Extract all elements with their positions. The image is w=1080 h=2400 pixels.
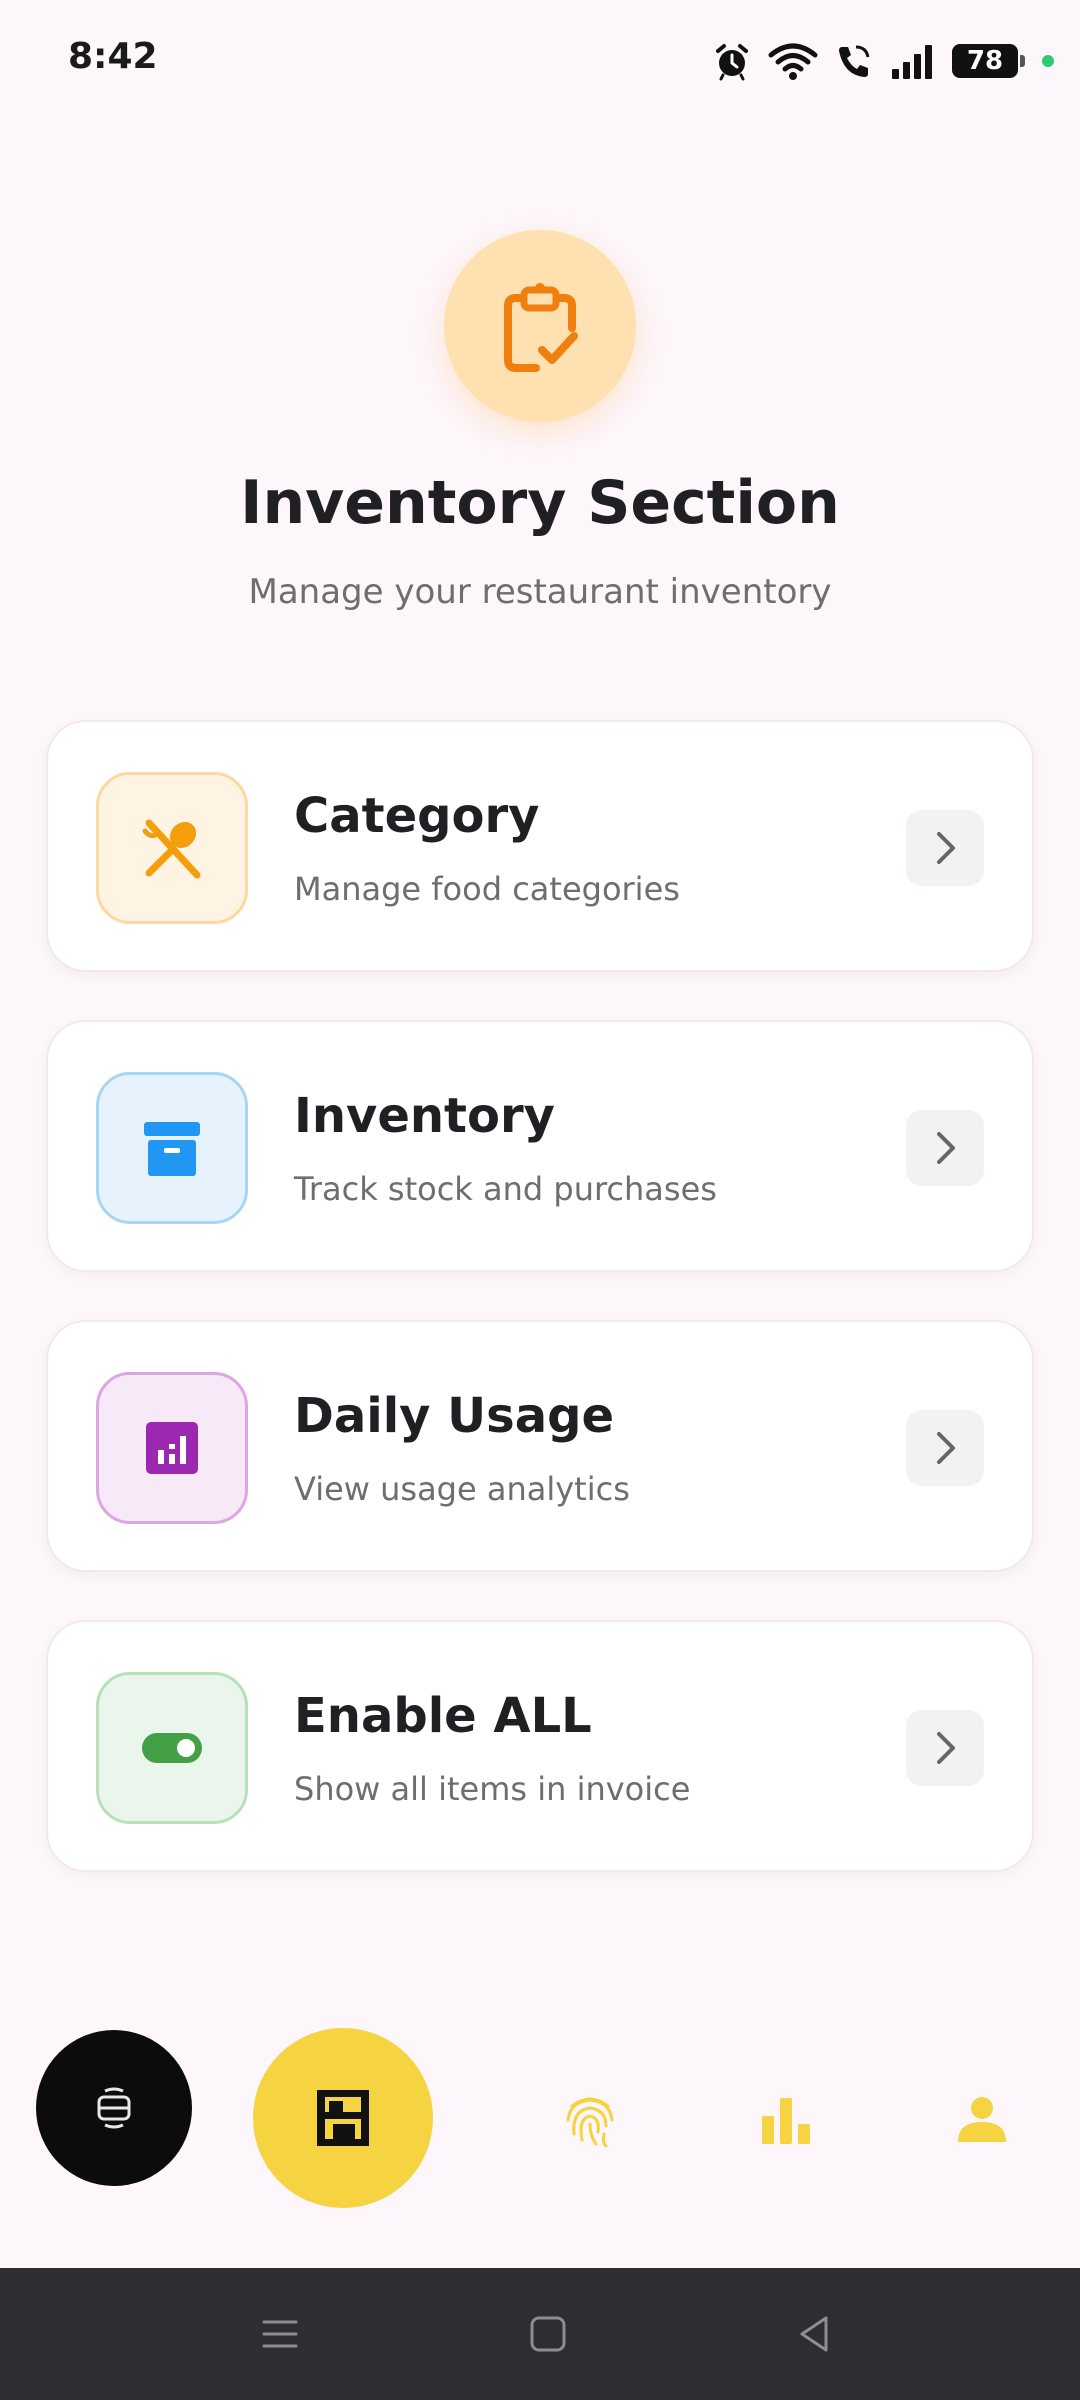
category-title: Category <box>294 788 540 844</box>
chevron-right-icon[interactable] <box>906 1710 984 1786</box>
bar-chart-icon[interactable] <box>746 2080 826 2160</box>
battery-level: 78 <box>966 46 1004 76</box>
wifi-icon <box>768 43 818 80</box>
archive-box-icon <box>96 1072 248 1224</box>
bottom-nav <box>0 2010 1080 2230</box>
signal-icon <box>892 45 932 79</box>
status-icons: 78 <box>712 38 1054 84</box>
enable-all-description: Show all items in invoice <box>294 1770 691 1808</box>
home-icon[interactable] <box>518 2304 578 2364</box>
menu-icon[interactable] <box>250 2304 310 2364</box>
page-title: Inventory Section <box>240 468 840 538</box>
chevron-right-icon[interactable] <box>906 1410 984 1486</box>
privacy-indicator-dot <box>1042 55 1054 67</box>
alarm-icon <box>716 44 748 81</box>
chevron-right-icon[interactable] <box>906 1110 984 1186</box>
fork-spoon-icon <box>96 772 248 924</box>
category-description: Manage food categories <box>294 870 680 908</box>
enable-all-title: Enable ALL <box>294 1688 592 1744</box>
fingerprint-icon[interactable] <box>550 2080 630 2160</box>
status-time: 8:42 <box>68 36 158 77</box>
inventory-description: Track stock and purchases <box>294 1170 717 1208</box>
analytics-icon <box>96 1372 248 1524</box>
chevron-right-icon[interactable] <box>906 810 984 886</box>
system-nav-bar <box>0 2268 1080 2400</box>
daily-usage-card[interactable]: Daily Usage View usage analytics <box>46 1320 1034 1572</box>
daily-usage-title: Daily Usage <box>294 1388 614 1444</box>
shelves-icon[interactable] <box>253 2028 433 2208</box>
person-icon[interactable] <box>942 2080 1022 2160</box>
clipboard-check-icon <box>444 230 636 422</box>
wifi-call-icon <box>839 45 870 77</box>
toggle-on-icon <box>96 1672 248 1824</box>
scan-icon[interactable] <box>36 2030 192 2186</box>
category-card[interactable]: Category Manage food categories <box>46 720 1034 972</box>
page-subtitle: Manage your restaurant inventory <box>248 572 832 612</box>
enable-all-card[interactable]: Enable ALL Show all items in invoice <box>46 1620 1034 1872</box>
inventory-title: Inventory <box>294 1088 555 1144</box>
screen: 8:42 78 Inventory Section Manage your re… <box>0 0 1080 2400</box>
daily-usage-description: View usage analytics <box>294 1470 630 1508</box>
status-bar: 8:42 78 <box>0 0 1080 120</box>
battery-icon: 78 <box>952 44 1025 78</box>
inventory-card[interactable]: Inventory Track stock and purchases <box>46 1020 1034 1272</box>
back-icon[interactable] <box>784 2304 844 2364</box>
